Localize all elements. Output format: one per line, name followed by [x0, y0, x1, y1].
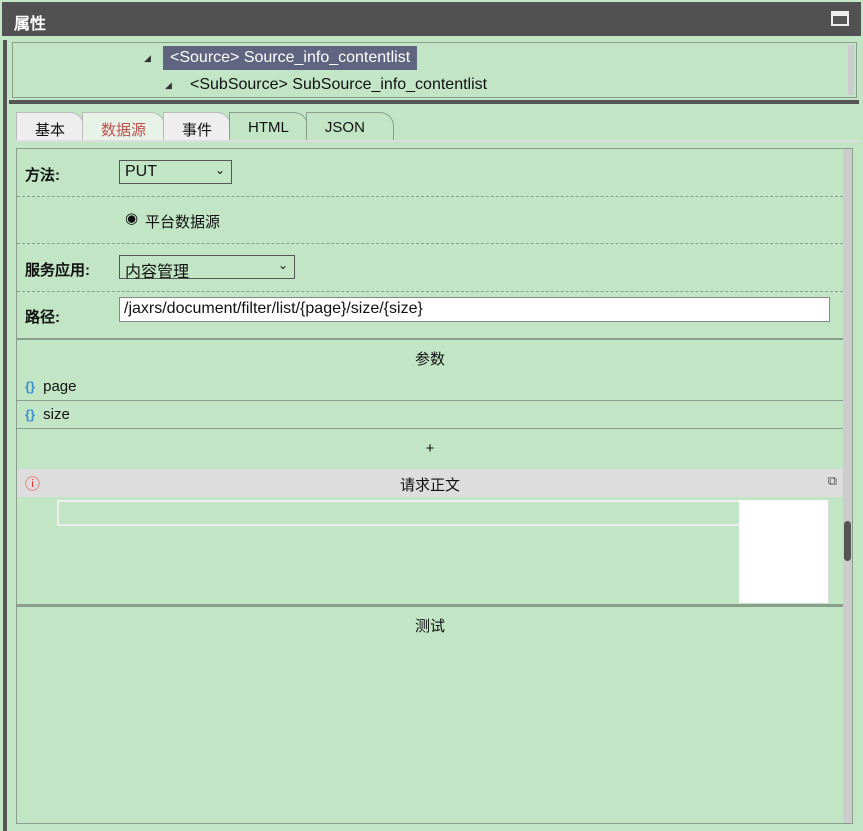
- path-row: 路径: /jaxrs/document/filter/list/{page}/s…: [17, 292, 843, 340]
- braces-icon: {}: [25, 407, 36, 422]
- service-label: 服务应用:: [25, 262, 90, 279]
- method-value: PUT: [125, 163, 157, 180]
- panel-scrollbar[interactable]: [843, 149, 852, 823]
- service-select[interactable]: 内容管理 ⌄: [119, 255, 295, 281]
- service-value: 内容管理: [125, 264, 190, 281]
- chevron-down-icon: ⌄: [277, 258, 288, 272]
- braces-icon: {}: [25, 379, 36, 394]
- tab-basic[interactable]: 基本: [16, 112, 85, 140]
- params-title: 参数: [414, 351, 445, 368]
- param-item[interactable]: {} page: [17, 373, 843, 401]
- tab-bar: 基本 数据源 事件 HTML JSON: [16, 112, 394, 140]
- tree-node-subsource[interactable]: <SubSource> SubSource_info_contentlist: [183, 73, 494, 97]
- splitter[interactable]: [9, 100, 859, 104]
- datasource-row: ◉ 平台数据源: [17, 197, 843, 244]
- tab-datasource[interactable]: 数据源: [82, 112, 166, 140]
- radio-label: 平台数据源: [145, 214, 221, 231]
- restore-window-icon[interactable]: ⧉: [828, 473, 837, 489]
- request-body-editor[interactable]: [57, 500, 747, 526]
- method-label: 方法:: [25, 167, 60, 184]
- maximize-icon[interactable]: [831, 11, 849, 26]
- path-label: 路径:: [25, 309, 60, 326]
- param-item[interactable]: {} size: [17, 401, 843, 429]
- panel-header: 属性: [2, 2, 861, 36]
- editor-gutter: [739, 500, 829, 603]
- info-icon[interactable]: ⓘ: [25, 473, 40, 494]
- method-select[interactable]: PUT ⌄: [119, 160, 232, 184]
- path-input[interactable]: /jaxrs/document/filter/list/{page}/size/…: [119, 297, 830, 322]
- param-name: page: [43, 378, 77, 395]
- test-title: 测试: [414, 618, 445, 635]
- expand-triangle-icon[interactable]: ◢: [144, 53, 151, 64]
- radio-platform[interactable]: ◉: [125, 209, 138, 227]
- service-row: 服务应用: 内容管理 ⌄: [17, 244, 843, 292]
- scrollbar-thumb[interactable]: [844, 521, 851, 561]
- section-divider: [17, 604, 843, 607]
- tab-events[interactable]: 事件: [163, 112, 232, 140]
- chevron-down-icon: ⌄: [214, 163, 225, 177]
- resize-bar[interactable]: [3, 40, 7, 831]
- param-name: size: [43, 406, 70, 423]
- datasource-panel: 方法: PUT ⌄ ◉ 平台数据源 服务应用: 内容管理 ⌄ 路径: /jaxrs/…: [16, 148, 853, 824]
- source-tree: ◢ <Source> Source_info_contentlist ◢ <Su…: [12, 42, 857, 98]
- request-body-header: ⓘ 请求正文 ⧉: [17, 469, 843, 497]
- method-row: 方法: PUT ⌄: [17, 149, 843, 197]
- tab-json[interactable]: JSON: [305, 112, 394, 140]
- tab-html[interactable]: HTML: [229, 112, 308, 140]
- tab-divider: [16, 140, 859, 142]
- add-param-button[interactable]: +: [17, 440, 843, 470]
- panel-title: 属性: [14, 16, 47, 33]
- tree-scrollbar[interactable]: [848, 45, 854, 95]
- tree-node-source[interactable]: <Source> Source_info_contentlist: [163, 46, 418, 70]
- expand-triangle-icon[interactable]: ◢: [165, 80, 172, 91]
- request-body-title: 请求正文: [399, 477, 460, 494]
